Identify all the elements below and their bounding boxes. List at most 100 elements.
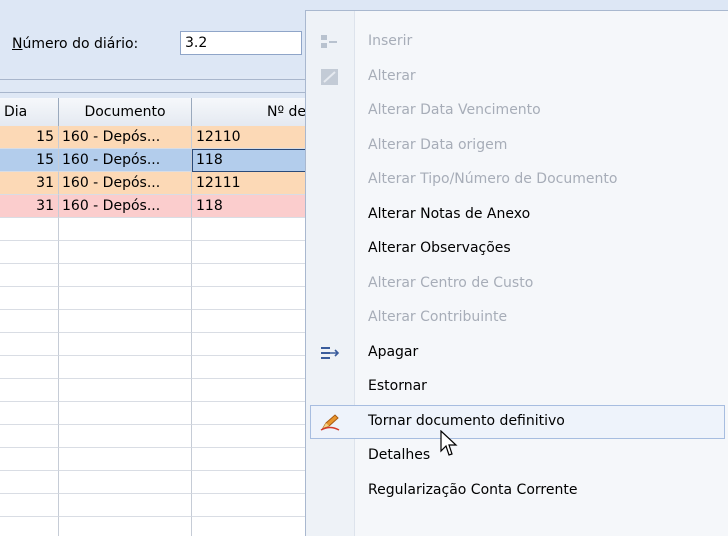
empty-row [0, 494, 310, 517]
context-menu: Inserir Alterar Alterar Data Vencimento Alt… [305, 10, 728, 536]
cell-dia[interactable]: 15 [0, 149, 59, 172]
empty-cell [59, 494, 192, 517]
empty-cell [0, 494, 59, 517]
empty-cell [192, 333, 310, 356]
cell-dia[interactable]: 15 [0, 126, 59, 149]
table-row[interactable]: 15 160 - Depós... 118 [0, 149, 310, 172]
menu-item-tornar-documento-definitivo[interactable]: Tornar documento definitivo [310, 404, 725, 439]
cell-documento[interactable]: 160 - Depós... [59, 149, 192, 172]
empty-row [0, 264, 310, 287]
menu-item-regularizacao-conta-corrente[interactable]: Regularização Conta Corrente [306, 474, 728, 508]
empty-cell [59, 379, 192, 402]
menu-item-alterar-tipo-numero-de-documento: Alterar Tipo/Número de Documento [306, 163, 728, 197]
empty-cell [59, 402, 192, 425]
journal-number-label: Número do diário: [12, 36, 139, 52]
menu-item-alterar-notas-de-anexo[interactable]: Alterar Notas de Anexo [306, 198, 728, 232]
empty-cell [0, 471, 59, 494]
menu-item-apagar[interactable]: Apagar [306, 336, 728, 370]
menu-item-detalhes[interactable]: Detalhes [306, 439, 728, 473]
pencil-icon [320, 413, 340, 431]
menu-item-alterar-observacoes[interactable]: Alterar Observações [306, 232, 728, 266]
empty-cell [192, 379, 310, 402]
journal-number-input[interactable]: 3.2 [180, 31, 302, 55]
empty-cell [59, 425, 192, 448]
menu-item-label: Alterar Notas de Anexo [368, 205, 531, 222]
empty-cell [0, 287, 59, 310]
column-header-numero[interactable]: Nº de [192, 98, 310, 126]
menu-item-alterar-centro-de-custo: Alterar Centro de Custo [306, 267, 728, 301]
empty-row [0, 471, 310, 494]
empty-cell [192, 471, 310, 494]
table-row[interactable]: 31 160 - Depós... 12111 [0, 172, 310, 195]
empty-row [0, 517, 310, 536]
menu-item-label: Apagar [368, 343, 419, 360]
menu-item-label: Alterar Data Vencimento [368, 102, 541, 118]
menu-item-label: Inserir [368, 33, 413, 49]
empty-cell [192, 241, 310, 264]
table-row[interactable]: 15 160 - Depós... 12110 [0, 126, 310, 149]
empty-cell [59, 471, 192, 494]
empty-cell [59, 356, 192, 379]
empty-row [0, 333, 310, 356]
empty-cell [0, 517, 59, 536]
empty-row [0, 425, 310, 448]
cell-numero[interactable]: 12110 [192, 126, 310, 149]
empty-cell [192, 402, 310, 425]
divider [0, 79, 310, 80]
menu-item-label: Estornar [368, 378, 427, 394]
empty-cell [0, 241, 59, 264]
cell-documento[interactable]: 160 - Depós... [59, 172, 192, 195]
empty-cell [0, 425, 59, 448]
table-row[interactable]: 31 160 - Depós... 118 [0, 195, 310, 218]
empty-cell [59, 218, 192, 241]
empty-cell [59, 517, 192, 536]
empty-cell [0, 356, 59, 379]
cell-dia[interactable]: 31 [0, 195, 59, 218]
menu-item-inserir: Inserir [306, 25, 728, 59]
column-header-documento[interactable]: Documento [59, 98, 192, 126]
empty-row [0, 379, 310, 402]
empty-row [0, 402, 310, 425]
menu-item-label: Detalhes [368, 447, 431, 463]
cell-numero[interactable]: 118 [192, 195, 310, 218]
empty-cell [192, 287, 310, 310]
divider [0, 92, 310, 93]
mouse-cursor-icon [440, 430, 458, 456]
empty-cell [192, 310, 310, 333]
menu-item-estornar[interactable]: Estornar [306, 370, 728, 404]
empty-row [0, 287, 310, 310]
empty-cell [59, 287, 192, 310]
menu-item-alterar: Alterar [306, 60, 728, 94]
menu-item-alterar-data-vencimento: Alterar Data Vencimento [306, 94, 728, 128]
cell-documento[interactable]: 160 - Depós... [59, 126, 192, 149]
empty-cell [59, 264, 192, 287]
empty-cell [0, 402, 59, 425]
grid-header: Dia Documento Nº de [0, 98, 310, 127]
menu-item-label: Tornar documento definitivo [368, 412, 565, 429]
column-header-dia[interactable]: Dia [0, 98, 59, 126]
empty-cell [192, 448, 310, 471]
empty-row [0, 310, 310, 333]
menu-item-label: Alterar Contribuinte [368, 309, 508, 325]
menu-item-label: Regularização Conta Corrente [368, 481, 578, 498]
menu-item-label: Alterar Centro de Custo [368, 274, 534, 291]
documents-grid: Dia Documento Nº de 15 160 - Depós... 1211… [0, 98, 310, 536]
cell-dia[interactable]: 31 [0, 172, 59, 195]
empty-row [0, 356, 310, 379]
insert-icon [320, 33, 340, 51]
cell-documento[interactable]: 160 - Depós... [59, 195, 192, 218]
empty-cell [59, 241, 192, 264]
empty-cell [59, 333, 192, 356]
menu-item-label: Alterar Data origem [368, 136, 508, 153]
empty-cell [192, 218, 310, 241]
menu-item-label: Alterar Observações [368, 240, 511, 256]
menu-item-alterar-data-origem: Alterar Data origem [306, 129, 728, 163]
cell-numero[interactable]: 12111 [192, 172, 310, 195]
empty-row [0, 241, 310, 264]
empty-cell [192, 425, 310, 448]
empty-cell [0, 448, 59, 471]
empty-cell [0, 379, 59, 402]
empty-cell [0, 264, 59, 287]
cell-numero[interactable]: 118 [192, 149, 310, 172]
empty-row [0, 218, 310, 241]
